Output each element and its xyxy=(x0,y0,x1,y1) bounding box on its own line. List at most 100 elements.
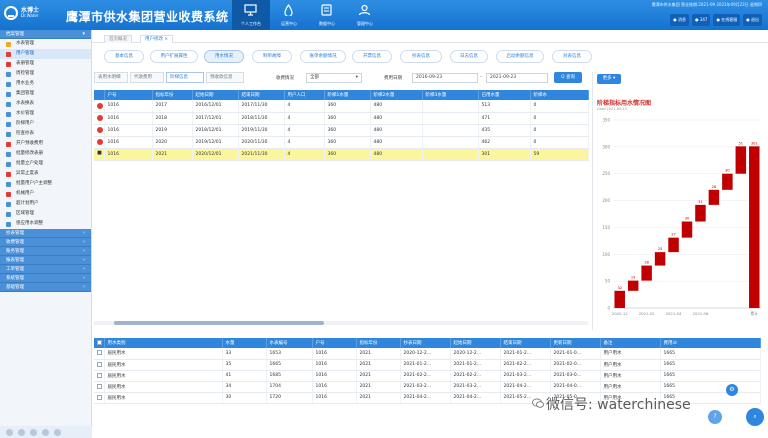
horizontal-scrollbar[interactable] xyxy=(94,321,588,325)
select-all-checkbox[interactable] xyxy=(97,340,102,345)
status-filter-select[interactable]: 全部 ▾ xyxy=(306,73,362,83)
table-row[interactable]: 1016 2017 2016/12/01 2017/11/30 4 360 480 513 0 xyxy=(94,100,589,113)
table-row[interactable]: 居民用水 34 1704 1016 2021 2021-03-2... 2021-03-2.… xyxy=(94,381,761,393)
top-nav-item[interactable]: 管理中心 xyxy=(346,0,384,30)
column-header[interactable]: 水量 xyxy=(222,338,267,348)
column-header[interactable]: 备注 xyxy=(600,338,661,348)
chart-bar[interactable] xyxy=(627,280,639,291)
column-header[interactable]: 水表编号 xyxy=(266,338,313,348)
column-header[interactable] xyxy=(94,338,105,348)
sidebar-item[interactable]: 批量修改表册 xyxy=(0,149,91,159)
sidebar-item[interactable]: 异常止度表 xyxy=(0,169,91,179)
more-button[interactable]: 更多 ▾ xyxy=(597,74,621,84)
sidebar-section[interactable]: 报表管理 ‹ xyxy=(0,256,91,265)
top-nav-item[interactable]: 个人工作台 xyxy=(232,0,270,30)
sidebar-item[interactable]: 批量用户户主调整 xyxy=(0,179,91,189)
header-button[interactable]: ● 消息 xyxy=(670,14,690,26)
table-row[interactable]: ■ 1016 2021 2020/12/01 2021/11/30 4 360 480 301 5… xyxy=(94,148,589,161)
column-header[interactable]: 阶梯2水量 xyxy=(370,90,423,100)
section-pill[interactable]: 账单余额情况 xyxy=(300,50,346,63)
sidebar-section[interactable]: 工单管理 ‹ xyxy=(0,265,91,274)
section-pill[interactable]: 制单故障 xyxy=(252,50,292,63)
chart-bar[interactable] xyxy=(641,265,652,281)
chart-bar[interactable] xyxy=(695,204,706,222)
table-row[interactable]: 1016 2020 2019/12/01 2020/11/30 4 360 480 462 0 xyxy=(94,136,589,149)
sidebar-item[interactable]: 区域管理 xyxy=(0,209,91,219)
section-pill[interactable]: 用水情况 xyxy=(204,50,244,63)
search-float-button[interactable]: ⌕ xyxy=(746,408,764,426)
column-header[interactable]: 指标年份 xyxy=(356,338,401,348)
sidebar-item[interactable]: 机械用户 xyxy=(0,189,91,199)
sidebar-item[interactable]: 水价管理 xyxy=(0,109,91,119)
settings-float-button[interactable]: ⚙ xyxy=(726,384,738,396)
sidebar-section[interactable]: 账务管理 ‹ xyxy=(0,247,91,256)
sidebar-section[interactable]: 收费管理 ‹ xyxy=(0,238,91,247)
column-header[interactable]: 结束日期 xyxy=(500,338,551,348)
table-row[interactable]: 居民用水 35 1665 1016 2021 2021-01-2... 2021-01-2.… xyxy=(94,359,761,371)
sidebar-section[interactable]: 基础管理 ‹ xyxy=(0,283,91,292)
section-pill[interactable]: 基本信息 xyxy=(104,50,144,63)
column-header[interactable]: 费用id xyxy=(660,338,761,348)
table-row[interactable]: 居民用水 33 1653 1016 2021 2020-12-2... 2020-12-2.… xyxy=(94,348,761,360)
column-header[interactable]: 已用水量 xyxy=(478,90,531,100)
help-float-button[interactable]: ? xyxy=(708,410,722,424)
scrollbar-thumb[interactable] xyxy=(114,321,324,325)
section-pill[interactable]: 抄表信息 xyxy=(400,50,442,63)
table-row[interactable]: 1016 2019 2018/12/01 2019/11/30 4 360 480 435 0 xyxy=(94,124,589,137)
sidebar-item[interactable]: 开户预收费用 xyxy=(0,139,91,149)
sub-tab[interactable]: 代收费用 xyxy=(130,72,164,83)
sidebar-item[interactable]: 超计划用户 xyxy=(0,199,91,209)
chart-bar[interactable] xyxy=(735,146,747,174)
column-header[interactable]: 户号 xyxy=(104,90,153,100)
sub-tab[interactable]: 阶梯信息 xyxy=(166,72,204,83)
chart-bar[interactable] xyxy=(681,221,693,238)
chart-bar[interactable] xyxy=(654,252,666,266)
chart-bar[interactable] xyxy=(749,146,760,308)
section-pill[interactable]: 用户扩展属性 xyxy=(150,50,198,63)
column-header[interactable]: 阶梯水 xyxy=(530,90,589,100)
chart-bar[interactable] xyxy=(722,173,733,190)
footer-icon[interactable] xyxy=(42,429,49,436)
row-checkbox[interactable] xyxy=(97,383,102,389)
column-header[interactable]: 阶梯1水量 xyxy=(324,90,371,100)
sidebar-item[interactable]: 水表换表 xyxy=(0,99,91,109)
section-pill[interactable]: 启动余额信息 xyxy=(496,50,544,63)
row-checkbox[interactable] xyxy=(97,372,102,378)
column-header[interactable]: 更新日期 xyxy=(550,338,601,348)
column-header[interactable]: 指标年份 xyxy=(152,90,193,100)
chart-bar[interactable] xyxy=(708,189,720,205)
sub-tab[interactable]: 表用水明细 xyxy=(94,72,128,83)
sidebar-item[interactable]: 感应用水调整 xyxy=(0,219,91,229)
footer-icon[interactable] xyxy=(54,429,61,436)
sidebar-section[interactable]: 系统管理 ‹ xyxy=(0,274,91,283)
page-tab[interactable]: 首页概况 xyxy=(104,35,132,43)
sidebar-item[interactable]: 用水业务 xyxy=(0,79,91,89)
row-checkbox[interactable] xyxy=(97,361,102,367)
app-logo[interactable]: 水博士 Dr.Water xyxy=(4,5,56,25)
footer-icon[interactable] xyxy=(18,429,25,436)
chart-bar[interactable] xyxy=(614,290,625,308)
sub-tab[interactable]: 预收款信息 xyxy=(206,72,244,83)
sidebar-item[interactable]: 表册管理 xyxy=(0,59,91,69)
column-header[interactable] xyxy=(94,90,105,100)
column-header[interactable]: 用水类别 xyxy=(104,338,223,348)
column-header[interactable]: 起始日期 xyxy=(450,338,501,348)
sidebar-item[interactable]: 批量立户处理 xyxy=(0,159,91,169)
section-pill[interactable]: 开票信息 xyxy=(352,50,392,63)
table-row[interactable]: 1016 2018 2017/12/01 2018/11/30 4 360 480 471 0 xyxy=(94,112,589,125)
header-button[interactable]: ● 347 xyxy=(692,14,711,26)
section-pill[interactable]: 对表信息 xyxy=(552,50,592,63)
row-checkbox[interactable] xyxy=(97,350,102,356)
sidebar-item[interactable]: 周检管理 xyxy=(0,69,91,79)
top-nav-item[interactable]: 运营中心 xyxy=(270,0,308,30)
chart-bar[interactable] xyxy=(668,237,679,253)
footer-icon[interactable] xyxy=(30,429,37,436)
sidebar-item[interactable]: 检查抄表 xyxy=(0,129,91,139)
column-header[interactable]: 阶梯3水量 xyxy=(422,90,479,100)
column-header[interactable]: 抄表日期 xyxy=(400,338,451,348)
sidebar-section[interactable]: 档案管理 ▾ xyxy=(0,30,91,39)
top-nav-item[interactable]: 数据中心 xyxy=(308,0,346,30)
column-header[interactable]: 户号 xyxy=(312,338,357,348)
table-row[interactable]: 居民用水 41 1685 1016 2021 2021-02-2... 2021-02-2.… xyxy=(94,370,761,382)
sidebar-item[interactable]: 阶梯用户 xyxy=(0,119,91,129)
